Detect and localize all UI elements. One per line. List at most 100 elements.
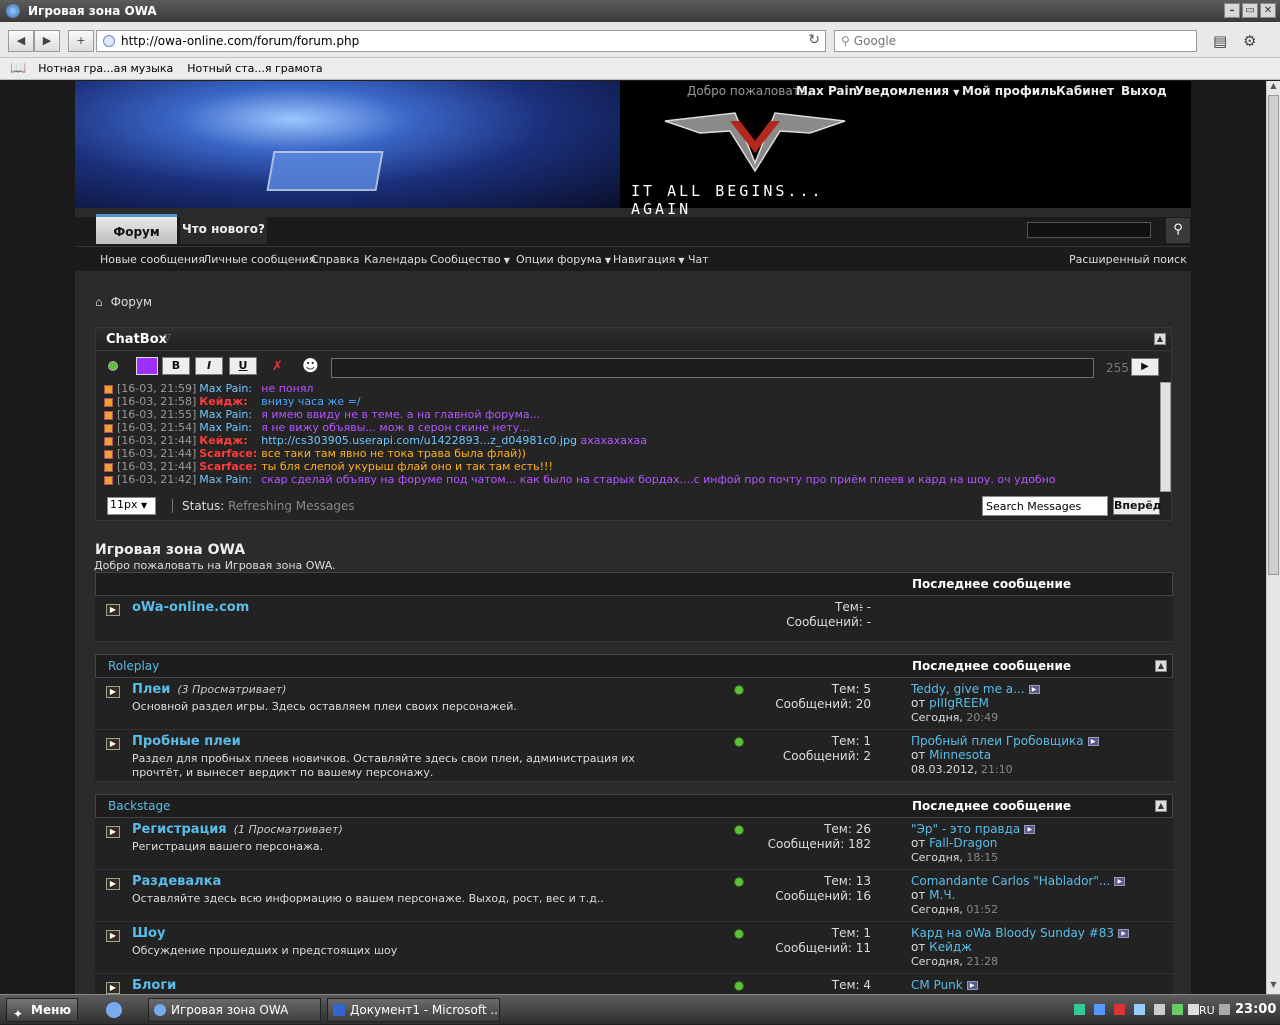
- last-post-title[interactable]: Пробный плеи Гробовщика: [911, 734, 1084, 748]
- message-icon[interactable]: [104, 397, 113, 407]
- message-user[interactable]: Max Pain:: [199, 408, 261, 421]
- bookmark-link[interactable]: Нотный ста...я грамота: [187, 62, 322, 75]
- last-post-author[interactable]: Fall-Dragon: [929, 836, 997, 850]
- logout-link[interactable]: Выход: [1121, 84, 1167, 98]
- language-indicator[interactable]: RU: [1199, 1004, 1215, 1017]
- volume-icon[interactable]: [1188, 1004, 1199, 1015]
- smiley-icon[interactable]: ☻: [302, 356, 319, 375]
- forum-name-link[interactable]: Пробные плеи: [132, 734, 241, 749]
- scroll-down-icon[interactable]: ▼: [1267, 980, 1280, 993]
- tab-whats-new[interactable]: Что нового?: [180, 214, 267, 244]
- go-to-post-icon[interactable]: ▶: [1114, 877, 1126, 886]
- tray-app-icon[interactable]: [1172, 1004, 1183, 1015]
- message-icon[interactable]: [104, 423, 113, 433]
- tab-forum[interactable]: Форум: [96, 214, 177, 244]
- message-user[interactable]: Кейдж:: [199, 434, 261, 447]
- message-user[interactable]: Scarface:: [199, 447, 261, 460]
- tray-app-icon[interactable]: [1134, 1004, 1145, 1015]
- back-button[interactable]: ◀: [8, 30, 34, 52]
- search-messages-input[interactable]: Search Messages: [982, 496, 1108, 516]
- message-user[interactable]: Max Pain:: [199, 382, 261, 395]
- speaker-icon[interactable]: [1219, 1004, 1230, 1015]
- last-post-title[interactable]: CM Punk: [911, 978, 963, 992]
- chevron-down-icon[interactable]: ▽: [164, 333, 171, 343]
- notifications-menu[interactable]: Уведомления ▼: [855, 84, 959, 98]
- advanced-search-link[interactable]: Расширенный поиск: [1069, 253, 1187, 266]
- font-size-select[interactable]: 11px ▼: [107, 497, 156, 515]
- subnav-new-posts[interactable]: Новые сообщения: [100, 253, 205, 266]
- maximize-button[interactable]: ▭: [1242, 3, 1258, 18]
- browser-search-input[interactable]: [853, 34, 1184, 48]
- my-profile-link[interactable]: Мой профиль: [962, 84, 1057, 98]
- ati-icon[interactable]: [1114, 1004, 1125, 1015]
- forum-rss-icon[interactable]: [734, 685, 744, 695]
- category-name[interactable]: Backstage: [108, 799, 170, 813]
- monitor-icon[interactable]: [1154, 1004, 1165, 1015]
- new-tab-button[interactable]: +: [68, 30, 94, 52]
- forum-name-link[interactable]: Плеи: [132, 682, 170, 697]
- forward-button[interactable]: ▶: [34, 30, 60, 52]
- last-post-title[interactable]: "Эр" - это правда: [911, 822, 1020, 836]
- message-icon[interactable]: [104, 410, 113, 420]
- page-scrollbar[interactable]: ▲ ▼: [1266, 81, 1280, 994]
- message-user[interactable]: Max Pain:: [199, 421, 261, 434]
- color-picker[interactable]: [136, 357, 158, 375]
- message-icon[interactable]: [104, 384, 113, 394]
- scroll-up-icon[interactable]: ▲: [1267, 81, 1280, 94]
- chat-message-input[interactable]: [331, 358, 1094, 378]
- start-menu-button[interactable]: ✦ Меню: [6, 998, 78, 1022]
- browser-search[interactable]: ⚲: [834, 30, 1197, 52]
- last-post-title[interactable]: Кард на oWa Bloody Sunday #83: [911, 926, 1114, 940]
- minimize-button[interactable]: –: [1224, 3, 1240, 18]
- bold-button[interactable]: B: [162, 357, 190, 375]
- message-icon[interactable]: [104, 449, 113, 459]
- taskbar-item-word[interactable]: Документ1 - Microsoft ...: [327, 998, 500, 1022]
- subnav-calendar[interactable]: Календарь: [364, 253, 427, 266]
- go-button[interactable]: Вперёд: [1113, 497, 1162, 515]
- underline-button[interactable]: U: [229, 357, 257, 375]
- forum-name-link[interactable]: Раздевалка: [132, 874, 221, 889]
- close-button[interactable]: ✕: [1260, 3, 1276, 18]
- forum-name-link[interactable]: Регистрация: [132, 822, 227, 837]
- network-icon[interactable]: [1074, 1004, 1085, 1015]
- bookmarks-book-icon[interactable]: 📖: [10, 61, 26, 76]
- scroll-thumb[interactable]: [1268, 95, 1279, 575]
- subnav-community[interactable]: Сообщество ▼: [430, 253, 510, 266]
- forum-rss-icon[interactable]: [734, 737, 744, 747]
- last-post-author[interactable]: М.Ч.: [929, 888, 955, 902]
- collapse-icon[interactable]: ▲: [1155, 660, 1167, 672]
- last-post-author[interactable]: pIIIgREEM: [929, 696, 989, 710]
- last-post-title[interactable]: Comandante Carlos "Hablador"...: [911, 874, 1110, 888]
- send-button[interactable]: ▶: [1131, 358, 1159, 376]
- chat-scrollbar[interactable]: [1160, 382, 1171, 492]
- message-user[interactable]: Max Pain:: [199, 473, 261, 486]
- subnav-private-messages[interactable]: Личные сообщения: [203, 253, 315, 266]
- reload-icon[interactable]: ↻: [808, 32, 820, 48]
- go-to-post-icon[interactable]: ▶: [1087, 737, 1099, 746]
- tray-app-icon[interactable]: [1094, 1004, 1105, 1015]
- search-icon[interactable]: ⚲: [1166, 218, 1190, 243]
- last-post-author[interactable]: Кейдж: [929, 940, 972, 954]
- forum-name-link[interactable]: Шоу: [132, 926, 165, 941]
- forum-rss-icon[interactable]: [734, 929, 744, 939]
- username-link[interactable]: Max Pain: [796, 84, 857, 98]
- cabinet-link[interactable]: Кабинет: [1056, 84, 1114, 98]
- forum-rss-icon[interactable]: [734, 825, 744, 835]
- collapse-icon[interactable]: ▲: [1155, 800, 1167, 812]
- last-post-title[interactable]: Teddy, give me a...: [911, 682, 1025, 696]
- forum-rss-icon[interactable]: [734, 877, 744, 887]
- go-to-post-icon[interactable]: ▶: [966, 981, 978, 990]
- category-name[interactable]: Roleplay: [108, 659, 159, 673]
- go-to-post-icon[interactable]: ▶: [1118, 929, 1130, 938]
- taskbar-item-browser[interactable]: Игровая зона OWA: [148, 998, 321, 1022]
- message-user[interactable]: Кейдж:: [199, 395, 261, 408]
- last-post-author[interactable]: Minnesota: [929, 748, 991, 762]
- message-icon[interactable]: [104, 462, 113, 472]
- quicklaunch-browser-icon[interactable]: [106, 1002, 122, 1018]
- breadcrumb-forum[interactable]: Форум: [111, 295, 152, 309]
- subnav-help[interactable]: Справка: [311, 253, 359, 266]
- address-bar[interactable]: http://owa-online.com/forum/forum.php ↻: [96, 30, 826, 52]
- message-icon[interactable]: [104, 475, 113, 485]
- message-user[interactable]: Scarface:: [199, 460, 261, 473]
- clear-format-icon[interactable]: ✗: [272, 359, 283, 374]
